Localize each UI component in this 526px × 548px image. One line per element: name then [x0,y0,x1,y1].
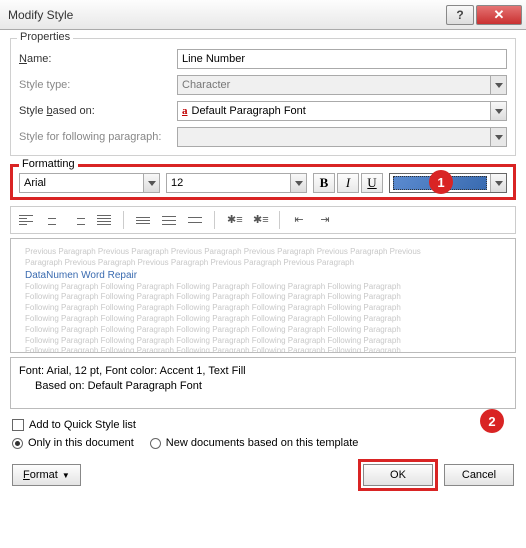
line-spacing-2-button[interactable] [184,210,206,230]
line-spacing-15-button[interactable] [158,210,180,230]
based-on-combo[interactable]: aDefault Paragraph Font [177,101,507,121]
align-left-button[interactable] [15,210,37,230]
preview-follow-text: Following Paragraph Following Paragraph … [25,303,501,314]
add-quick-label: Add to Quick Style list [29,419,136,431]
only-in-doc-radio[interactable]: Only in this document [12,437,134,449]
space-before-dec-button[interactable]: ✱≡ [249,210,271,230]
style-type-value: Character [178,79,490,91]
callout-1: 1 [429,170,453,194]
preview-follow-text: Following Paragraph Following Paragraph … [25,346,501,353]
radio-icon [150,438,161,449]
cancel-label: Cancel [462,469,496,481]
chevron-down-icon: ▼ [62,471,70,480]
align-right-button[interactable] [67,210,89,230]
only-in-doc-label: Only in this document [28,437,134,449]
bold-button[interactable]: B [313,173,335,193]
radio-icon [12,438,23,449]
ok-button[interactable]: OK [363,464,433,486]
underline-button[interactable]: U [361,173,383,193]
style-description: Font: Arial, 12 pt, Font color: Accent 1… [10,357,516,409]
checkbox-icon [12,419,24,431]
ok-label: OK [390,469,406,481]
desc-line2: Based on: Default Paragraph Font [19,379,507,394]
chevron-down-icon[interactable] [143,174,159,192]
align-justify-button[interactable] [93,210,115,230]
properties-group: Properties Name: Line Number Style type:… [10,38,516,156]
preview-prev-text: Previous Paragraph Previous Paragraph Pr… [25,247,501,258]
chevron-down-icon[interactable] [490,174,506,192]
font-size-value: 12 [167,177,290,189]
following-combo [177,127,507,147]
paragraph-toolbar: ✱≡ ✱≡ ⇤ ⇥ [10,206,516,234]
preview-follow-text: Following Paragraph Following Paragraph … [25,282,501,293]
preview-sample: DataNumen Word Repair [25,270,501,281]
font-size-combo[interactable]: 12 [166,173,307,193]
close-button[interactable]: ✕ [476,5,522,25]
chevron-down-icon[interactable] [290,174,306,192]
preview-follow-text: Following Paragraph Following Paragraph … [25,325,501,336]
font-value: Arial [20,177,143,189]
indent-inc-button[interactable]: ⇥ [314,210,336,230]
indent-dec-button[interactable]: ⇤ [288,210,310,230]
preview-prev-text: Paragraph Previous Paragraph Previous Pa… [25,258,501,269]
preview-follow-text: Following Paragraph Following Paragraph … [25,336,501,347]
formatting-group: Formatting Arial 12 B I U 1 [10,164,516,200]
chevron-down-icon [490,76,506,94]
based-on-value: aDefault Paragraph Font [178,105,490,117]
ok-highlight: OK [358,459,438,491]
italic-button[interactable]: I [337,173,359,193]
add-quick-style-checkbox[interactable]: Add to Quick Style list [12,419,514,431]
new-docs-label: New documents based on this template [166,437,359,449]
callout-2: 2 [480,409,504,433]
chevron-down-icon [490,128,506,146]
window-title: Modify Style [8,8,446,22]
type-label: Style type: [19,79,177,91]
titlebar: Modify Style ? ✕ [0,0,526,30]
desc-line1: Font: Arial, 12 pt, Font color: Accent 1… [19,364,507,379]
a-icon: a [182,105,188,117]
preview-follow-text: Following Paragraph Following Paragraph … [25,292,501,303]
format-button[interactable]: Format ▼ [12,464,81,486]
format-label: Format [23,469,58,481]
preview-follow-text: Following Paragraph Following Paragraph … [25,314,501,325]
line-spacing-1-button[interactable] [132,210,154,230]
style-type-combo: Character [177,75,507,95]
align-center-button[interactable] [41,210,63,230]
chevron-down-icon[interactable] [490,102,506,120]
name-label: Name: [19,53,177,65]
cancel-button[interactable]: Cancel [444,464,514,486]
new-docs-radio[interactable]: New documents based on this template [150,437,359,449]
preview-pane: Previous Paragraph Previous Paragraph Pr… [10,238,516,353]
properties-label: Properties [17,31,73,43]
name-input[interactable]: Line Number [177,49,507,69]
font-combo[interactable]: Arial [19,173,160,193]
space-before-inc-button[interactable]: ✱≡ [223,210,245,230]
formatting-label: Formatting [19,158,78,170]
based-on-label: Style based on: [19,105,177,117]
name-value: Line Number [182,53,245,65]
titlebar-buttons: ? ✕ [446,5,522,25]
following-label: Style for following paragraph: [19,131,177,143]
help-button[interactable]: ? [446,5,474,25]
